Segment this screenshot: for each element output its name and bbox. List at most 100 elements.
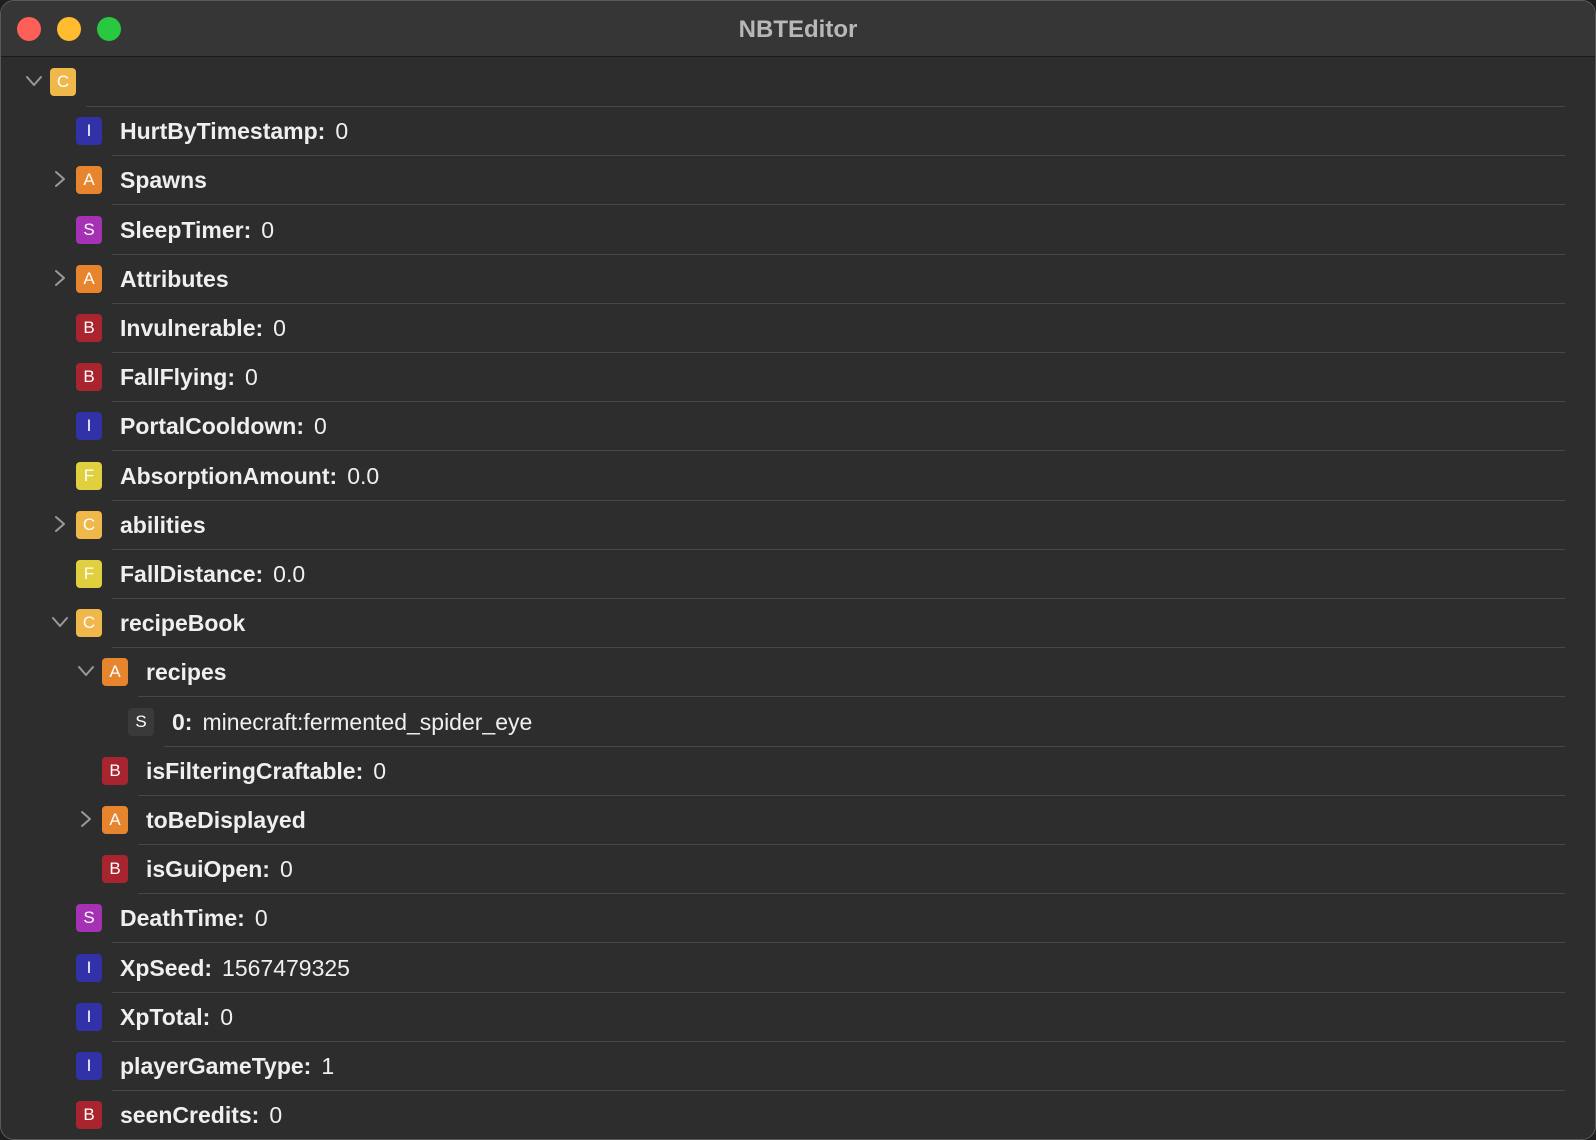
tag-type-badge-c-icon: C <box>76 609 102 637</box>
tag-value[interactable]: 0 <box>335 118 348 144</box>
tag-type-badge-c-icon: C <box>50 68 76 96</box>
tag-value[interactable]: 0 <box>373 758 386 784</box>
tag-type-badge-b-icon: B <box>76 1101 102 1129</box>
tag-value[interactable]: minecraft:fermented_spider_eye <box>202 709 532 735</box>
tree-row-label: 0: minecraft:fermented_spider_eye <box>172 709 532 735</box>
tree-row-label: Invulnerable: 0 <box>120 315 286 341</box>
tag-value[interactable]: 1567479325 <box>222 955 350 981</box>
tree-row-label: PortalCooldown: 0 <box>120 413 327 439</box>
window-title: NBTEditor <box>738 16 858 43</box>
tag-type-badge-i-icon: I <box>76 412 102 440</box>
tag-type-badge-i-icon: I <box>76 1052 102 1080</box>
tag-type-badge-b-icon: B <box>102 757 128 785</box>
nbt-editor-window: NBTEditor C I HurtByTimestamp: 0 A Spawns S Sle… <box>0 0 1596 1140</box>
tree-row[interactable]: Cabilities <box>1 500 1595 550</box>
tag-name: toBeDisplayed <box>146 807 306 833</box>
tag-type-badge-a-icon: A <box>76 265 102 293</box>
tree-row[interactable]: I PortalCooldown: 0 <box>1 401 1595 451</box>
tree-row-label: FallFlying: 0 <box>120 364 258 390</box>
tag-type-badge-b-icon: B <box>102 855 128 883</box>
tree-row-label: recipeBook <box>120 610 245 636</box>
tree-row[interactable]: A Spawns <box>1 155 1595 205</box>
tree-row-label: toBeDisplayed <box>146 807 306 833</box>
tree-row[interactable]: C <box>1 57 1595 107</box>
tag-name: XpSeed: <box>120 955 213 981</box>
tag-value[interactable]: 0.0 <box>347 463 379 489</box>
tag-type-badge-a-icon: A <box>76 166 102 194</box>
tag-value[interactable]: 0 <box>255 905 268 931</box>
tag-value[interactable]: 0.0 <box>273 561 305 587</box>
disclosure-chevron-down-icon[interactable] <box>25 70 43 92</box>
tree-row[interactable]: Arecipes <box>1 647 1595 697</box>
tag-type-badge-a-icon: A <box>102 806 128 834</box>
tag-value[interactable]: 0 <box>280 856 293 882</box>
tag-name: Attributes <box>120 266 229 292</box>
tag-value[interactable]: 0 <box>261 217 274 243</box>
tree-row[interactable]: S SleepTimer: 0 <box>1 205 1595 255</box>
tree-row[interactable]: BisGuiOpen: 0 <box>1 844 1595 894</box>
tree-row[interactable]: I HurtByTimestamp: 0 <box>1 106 1595 156</box>
tree-row-label: AbsorptionAmount: 0.0 <box>120 463 379 489</box>
tree-row[interactable]: B Invulnerable: 0 <box>1 303 1595 353</box>
tag-name: Invulnerable: <box>120 315 264 341</box>
nbt-tree-view[interactable]: C I HurtByTimestamp: 0 A Spawns S SleepTimer: 0 A… <box>1 57 1595 1139</box>
tree-row[interactable]: S DeathTime: 0 <box>1 893 1595 943</box>
tree-row-label: Attributes <box>120 266 229 292</box>
tag-type-badge-c-icon: C <box>76 511 102 539</box>
tag-name: Spawns <box>120 167 207 193</box>
tag-value[interactable]: 0 <box>314 413 327 439</box>
tag-value[interactable]: 0 <box>220 1004 233 1030</box>
tree-row[interactable]: F FallDistance: 0.0 <box>1 549 1595 599</box>
tree-row[interactable]: I XpSeed: 1567479325 <box>1 943 1595 993</box>
tag-name: seenCredits: <box>120 1102 260 1128</box>
tree-row[interactable]: BseenCredits: 0 <box>1 1090 1595 1139</box>
tag-name: XpTotal: <box>120 1004 211 1030</box>
tag-type-badge-b-icon: B <box>76 314 102 342</box>
tag-name: DeathTime: <box>120 905 245 931</box>
tag-name: AbsorptionAmount: <box>120 463 338 489</box>
tag-name: FallDistance: <box>120 561 264 587</box>
tree-row-label: isGuiOpen: 0 <box>146 856 293 882</box>
disclosure-chevron-down-icon[interactable] <box>77 660 95 682</box>
tag-name: recipes <box>146 659 227 685</box>
tag-name: FallFlying: <box>120 364 235 390</box>
tree-row-label: XpSeed: 1567479325 <box>120 955 350 981</box>
tree-row-label: FallDistance: 0.0 <box>120 561 305 587</box>
tree-row[interactable]: S 0: minecraft:fermented_spider_eye <box>1 697 1595 747</box>
tree-row-label: XpTotal: 0 <box>120 1004 233 1030</box>
tag-type-badge-i-icon: I <box>76 1003 102 1031</box>
tag-type-badge-i-icon: I <box>76 117 102 145</box>
title-bar[interactable]: NBTEditor <box>1 1 1595 57</box>
disclosure-chevron-right-icon[interactable] <box>51 513 69 535</box>
tree-row[interactable]: I XpTotal: 0 <box>1 992 1595 1042</box>
tree-row[interactable]: A Attributes <box>1 254 1595 304</box>
tree-row[interactable]: B FallFlying: 0 <box>1 352 1595 402</box>
disclosure-chevron-right-icon[interactable] <box>51 267 69 289</box>
tag-name: playerGameType: <box>120 1053 312 1079</box>
tree-row-label: DeathTime: 0 <box>120 905 268 931</box>
tag-type-badge-f-icon: F <box>76 560 102 588</box>
disclosure-chevron-right-icon[interactable] <box>51 168 69 190</box>
tree-row-label: recipes <box>146 659 227 685</box>
tree-row[interactable]: F AbsorptionAmount: 0.0 <box>1 451 1595 501</box>
tree-row[interactable]: AtoBeDisplayed <box>1 795 1595 845</box>
tree-row-label: abilities <box>120 512 206 538</box>
tag-type-badge-s-icon: S <box>76 216 102 244</box>
tag-value[interactable]: 0 <box>273 315 286 341</box>
tree-row-label: HurtByTimestamp: 0 <box>120 118 348 144</box>
tag-value[interactable]: 0 <box>269 1102 282 1128</box>
tag-value[interactable]: 0 <box>245 364 258 390</box>
tag-type-badge-b-icon: B <box>76 363 102 391</box>
tree-row[interactable]: IplayerGameType: 1 <box>1 1041 1595 1091</box>
tree-row[interactable]: BisFilteringCraftable: 0 <box>1 746 1595 796</box>
tag-name: recipeBook <box>120 610 246 636</box>
tag-type-badge-a-icon: A <box>102 658 128 686</box>
tree-row[interactable]: CrecipeBook <box>1 598 1595 648</box>
tag-value[interactable]: 1 <box>321 1053 334 1079</box>
disclosure-chevron-down-icon[interactable] <box>51 611 69 633</box>
tag-type-badge-s-icon: S <box>128 708 154 736</box>
tree-row-label: SleepTimer: 0 <box>120 217 274 243</box>
tag-name: 0: <box>172 709 193 735</box>
tree-row-label: Spawns <box>120 167 207 193</box>
disclosure-chevron-right-icon[interactable] <box>77 808 95 830</box>
